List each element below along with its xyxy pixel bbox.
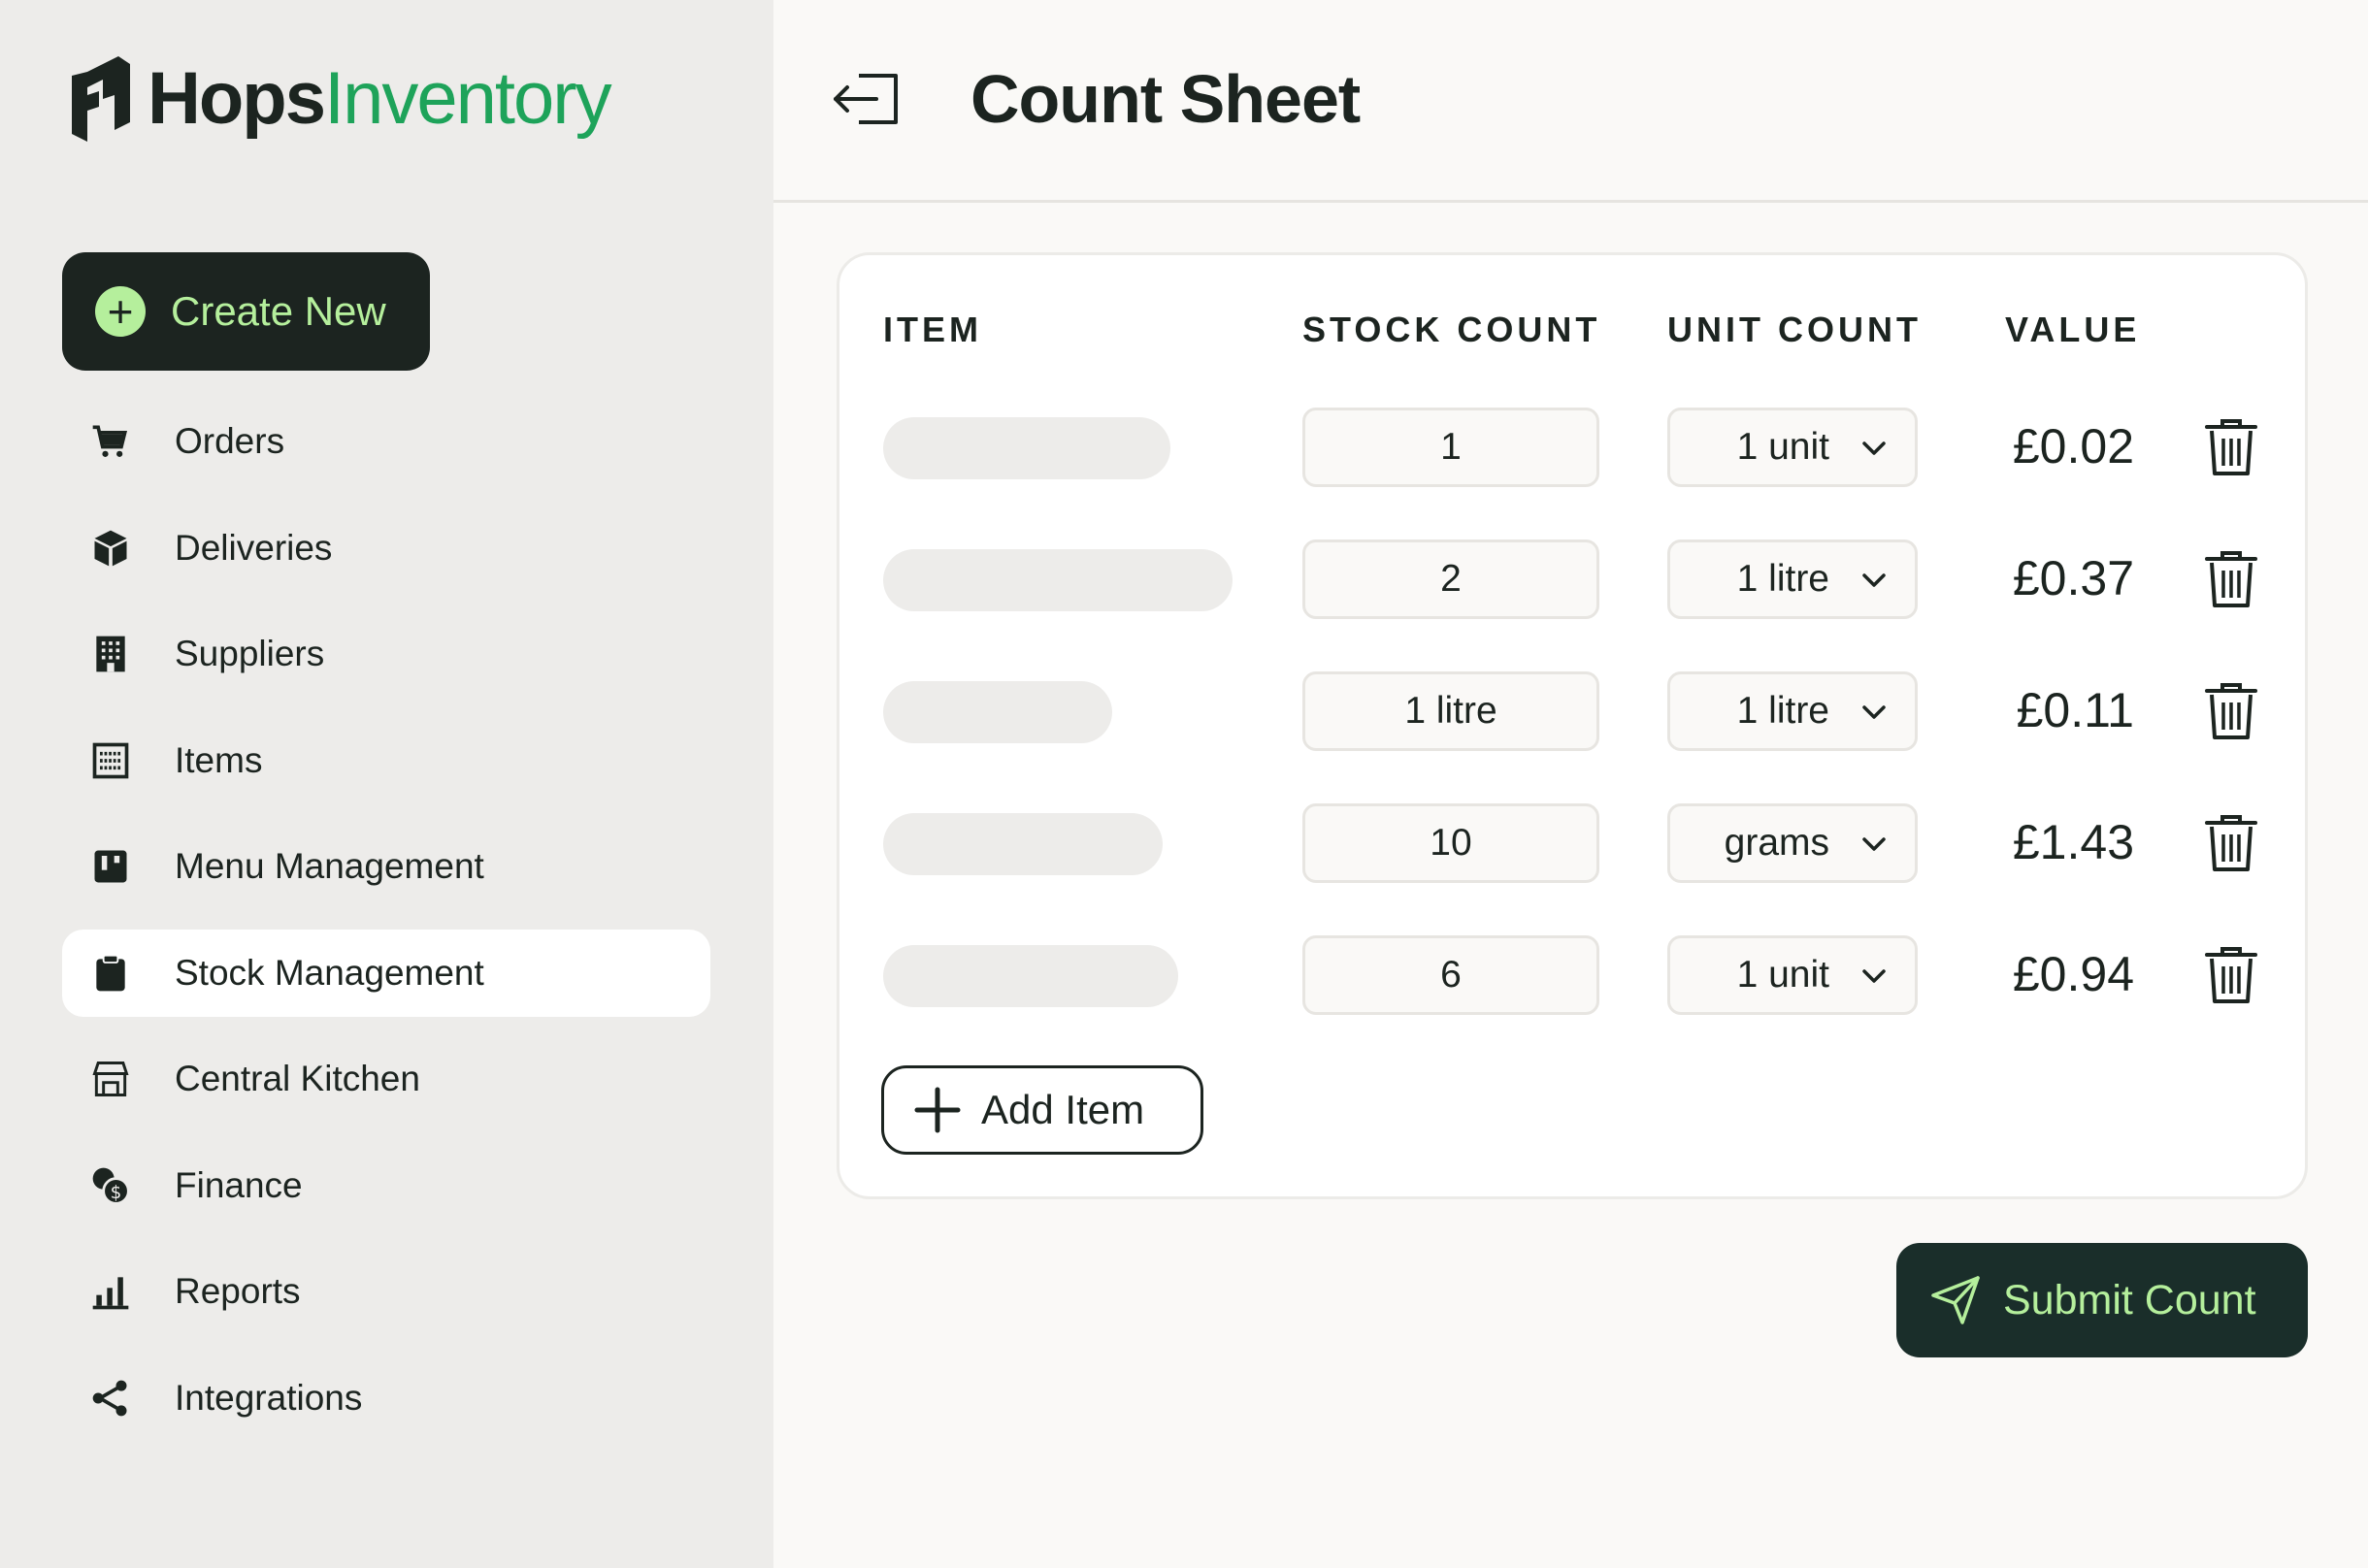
- trash-icon[interactable]: [2203, 681, 2259, 741]
- item-name-placeholder[interactable]: [883, 945, 1178, 1007]
- box-icon: [87, 525, 134, 572]
- item-name-placeholder[interactable]: [883, 417, 1170, 479]
- store-icon: [87, 1056, 134, 1102]
- row-value: £0.11: [2016, 683, 2134, 737]
- sidebar-item-menu-management[interactable]: Menu Management: [62, 823, 710, 910]
- unit-select-value: 1 unit: [1736, 954, 1829, 996]
- chevron-down-icon: [1862, 705, 1886, 719]
- trash-icon[interactable]: [2203, 945, 2259, 1005]
- sidebar-item-central-kitchen[interactable]: Central Kitchen: [62, 1035, 710, 1123]
- stock-count-input[interactable]: 1 litre: [1302, 671, 1599, 751]
- sidebar-item-orders[interactable]: Orders: [62, 398, 710, 485]
- sidebar-item-items[interactable]: Items: [62, 717, 710, 804]
- add-item-label: Add Item: [981, 1087, 1145, 1132]
- hops-logo-icon: [72, 56, 130, 142]
- unit-select-value: 1 unit: [1736, 426, 1829, 468]
- coins-icon: $: [87, 1162, 134, 1209]
- plus-circle-icon: +: [95, 286, 146, 337]
- chevron-down-icon: [1862, 441, 1886, 455]
- sidebar-item-label: Items: [175, 739, 263, 780]
- brand-primary: Hops: [148, 57, 326, 140]
- sidebar: HopsInventory + Create New Orders Delive…: [0, 0, 773, 1568]
- unit-count-select[interactable]: 1 litre: [1667, 539, 1918, 619]
- submit-count-label: Submit Count: [2003, 1276, 2256, 1323]
- sidebar-item-integrations[interactable]: Integrations: [62, 1355, 710, 1442]
- row-value: £0.02: [2012, 419, 2134, 474]
- add-item-button[interactable]: Add Item: [881, 1065, 1203, 1155]
- column-header-stock-count: STOCK COUNT: [1302, 310, 1601, 349]
- row-value: £1.43: [2012, 815, 2134, 869]
- chevron-down-icon: [1862, 573, 1886, 587]
- create-new-label: Create New: [171, 288, 386, 334]
- sidebar-item-label: Deliveries: [175, 527, 333, 568]
- clipboard-icon: [87, 950, 134, 996]
- cart-icon: [87, 418, 134, 465]
- unit-count-select[interactable]: grams: [1667, 803, 1918, 883]
- stock-count-input[interactable]: 10: [1302, 803, 1599, 883]
- unit-count-select[interactable]: 1 unit: [1667, 935, 1918, 1015]
- table-row: 1 1 unit £0.02: [839, 408, 2305, 487]
- page-header: Count Sheet: [773, 0, 2368, 203]
- sidebar-item-label: Reports: [175, 1271, 301, 1311]
- unit-count-select[interactable]: 1 unit: [1667, 408, 1918, 487]
- item-name-placeholder[interactable]: [883, 813, 1163, 875]
- row-value: £0.37: [2012, 551, 2134, 605]
- sidebar-item-label: Integrations: [175, 1377, 363, 1418]
- send-icon: [1931, 1276, 1980, 1324]
- table-row: 10 grams £1.43: [839, 803, 2305, 883]
- bar-chart-icon: [87, 1268, 134, 1315]
- sidebar-item-label: Finance: [175, 1164, 303, 1205]
- svg-text:$: $: [111, 1182, 122, 1202]
- chevron-down-icon: [1862, 969, 1886, 983]
- building-icon: [87, 631, 134, 677]
- brand-secondary: Inventory: [324, 57, 612, 140]
- sidebar-item-label: Orders: [175, 421, 285, 461]
- column-header-value: VALUE: [2005, 310, 2141, 349]
- create-new-button[interactable]: + Create New: [62, 252, 430, 371]
- column-header-unit-count: UNIT COUNT: [1667, 310, 1922, 349]
- sidebar-item-label: Suppliers: [175, 634, 325, 673]
- unit-select-value: 1 litre: [1736, 690, 1829, 732]
- stock-count-input[interactable]: 6: [1302, 935, 1599, 1015]
- item-name-placeholder[interactable]: [883, 549, 1233, 611]
- trash-icon[interactable]: [2203, 813, 2259, 873]
- stock-count-input[interactable]: 1: [1302, 408, 1599, 487]
- table-row: 1 litre 1 litre £0.11: [839, 671, 2305, 751]
- stock-count-input[interactable]: 2: [1302, 539, 1599, 619]
- table-row: 6 1 unit £0.94: [839, 935, 2305, 1015]
- trash-icon[interactable]: [2203, 417, 2259, 477]
- exit-back-icon[interactable]: [830, 70, 904, 128]
- menu-icon: [87, 843, 134, 890]
- app-logo[interactable]: HopsInventory: [60, 56, 612, 142]
- table-row: 2 1 litre £0.37: [839, 539, 2305, 619]
- plus-icon: [914, 1087, 961, 1133]
- share-icon: [87, 1375, 134, 1421]
- sidebar-item-label: Menu Management: [175, 846, 484, 886]
- unit-count-select[interactable]: 1 litre: [1667, 671, 1918, 751]
- chevron-down-icon: [1862, 837, 1886, 851]
- unit-select-value: grams: [1724, 822, 1829, 864]
- sidebar-item-label: Central Kitchen: [175, 1059, 420, 1098]
- count-sheet-card: ITEM STOCK COUNT UNIT COUNT VALUE 1 1 un…: [837, 252, 2308, 1199]
- list-icon: [87, 737, 134, 784]
- row-value: £0.94: [2012, 947, 2134, 1001]
- item-name-placeholder[interactable]: [883, 681, 1112, 743]
- sidebar-item-suppliers[interactable]: Suppliers: [62, 610, 710, 698]
- sidebar-item-label: Stock Management: [175, 952, 484, 993]
- sidebar-item-reports[interactable]: Reports: [62, 1248, 710, 1335]
- submit-count-button[interactable]: Submit Count: [1896, 1243, 2308, 1357]
- page-title: Count Sheet: [970, 61, 1361, 137]
- trash-icon[interactable]: [2203, 549, 2259, 609]
- sidebar-nav: Orders Deliveries Suppliers Items Menu M…: [62, 398, 710, 1460]
- sidebar-item-stock-management[interactable]: Stock Management: [62, 929, 710, 1017]
- column-header-item: ITEM: [883, 310, 982, 349]
- sidebar-item-deliveries[interactable]: Deliveries: [62, 505, 710, 592]
- sidebar-item-finance[interactable]: $ Finance: [62, 1142, 710, 1229]
- unit-select-value: 1 litre: [1736, 558, 1829, 600]
